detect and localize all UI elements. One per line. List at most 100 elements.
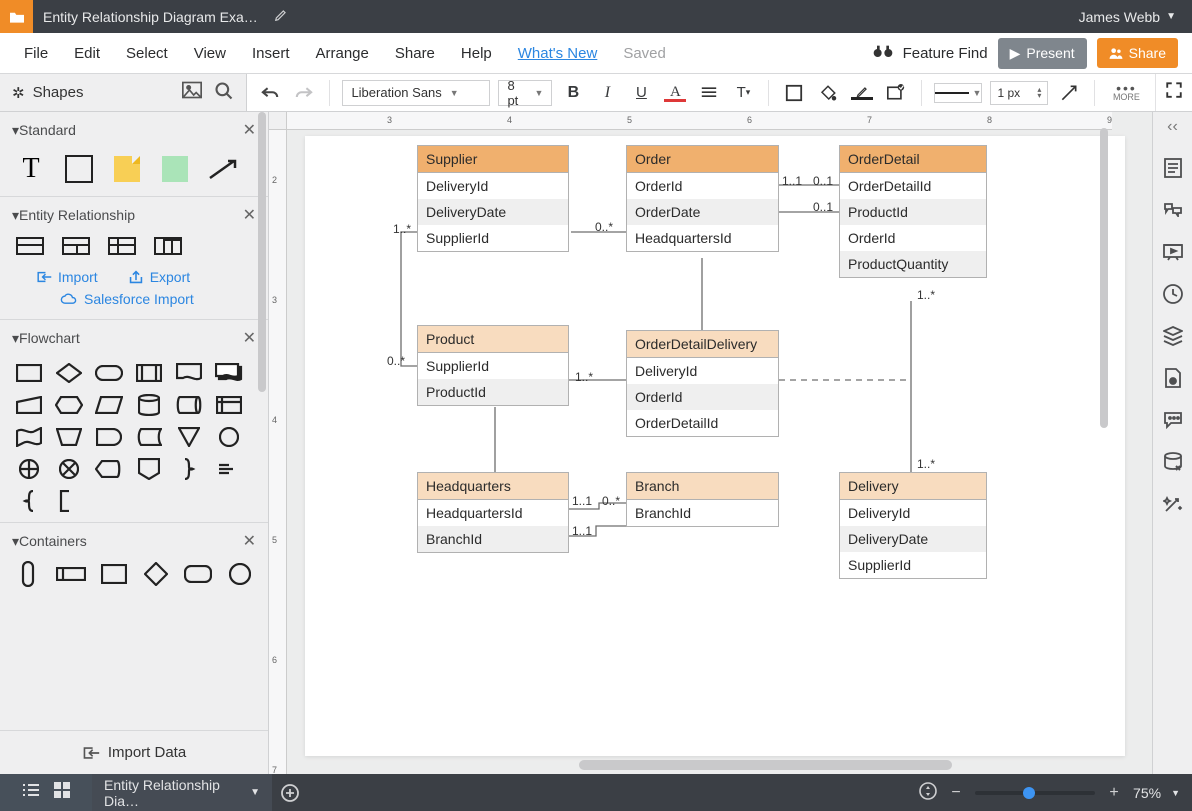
diagram-page[interactable]: 1..* 0..* 0..* 1..1 0..1 0..1 1..* 1..* … bbox=[305, 136, 1125, 756]
menu-help[interactable]: Help bbox=[451, 39, 502, 68]
user-menu[interactable]: James Webb ▼ bbox=[1063, 9, 1192, 25]
autoscroll-icon[interactable] bbox=[919, 782, 937, 803]
text-color-button[interactable]: A bbox=[662, 80, 688, 106]
cont-diamond[interactable] bbox=[142, 563, 170, 585]
menu-view[interactable]: View bbox=[184, 39, 236, 68]
fc-direct-data[interactable] bbox=[174, 394, 204, 416]
comments-panel-icon[interactable] bbox=[1163, 200, 1183, 220]
close-icon[interactable]: ✕ bbox=[243, 328, 256, 348]
fc-predefined[interactable] bbox=[134, 362, 164, 384]
rect-shape[interactable] bbox=[64, 154, 94, 184]
layers-panel-icon[interactable] bbox=[1163, 326, 1183, 346]
fc-database[interactable] bbox=[134, 394, 164, 416]
export-link[interactable]: Export bbox=[128, 269, 190, 285]
app-icon[interactable] bbox=[0, 0, 33, 33]
rename-icon[interactable] bbox=[274, 8, 288, 25]
fc-document[interactable] bbox=[174, 362, 204, 384]
zoom-level[interactable]: 75% bbox=[1133, 785, 1161, 801]
fc-sum[interactable] bbox=[54, 458, 84, 480]
italic-button[interactable]: I bbox=[594, 80, 620, 106]
left-scrollbar[interactable] bbox=[258, 112, 266, 392]
note-shape[interactable] bbox=[112, 154, 142, 184]
cont-hbar[interactable] bbox=[56, 563, 86, 585]
bold-button[interactable]: B bbox=[560, 80, 586, 106]
fc-manual-input[interactable] bbox=[14, 394, 44, 416]
entity-branch[interactable]: Branch BranchId bbox=[626, 472, 779, 527]
add-page-button[interactable] bbox=[272, 783, 308, 803]
more-button[interactable]: •••MORE bbox=[1107, 84, 1145, 102]
feature-find-label[interactable]: Feature Find bbox=[903, 45, 988, 62]
grid-view-icon[interactable] bbox=[54, 782, 70, 803]
menu-select[interactable]: Select bbox=[116, 39, 178, 68]
canvas-h-scrollbar[interactable] bbox=[579, 760, 952, 770]
menu-share[interactable]: Share bbox=[385, 39, 445, 68]
fc-open-rect[interactable] bbox=[54, 490, 84, 512]
present-button[interactable]: ▶ Present bbox=[998, 38, 1087, 69]
entity-order[interactable]: Order OrderId OrderDate HeadquartersId bbox=[626, 145, 779, 252]
line-style-select[interactable]: ▼ bbox=[934, 83, 982, 103]
search-icon[interactable] bbox=[214, 81, 234, 105]
menu-arrange[interactable]: Arrange bbox=[306, 39, 379, 68]
entity-order-detail-delivery[interactable]: OrderDetailDelivery DeliveryId OrderId O… bbox=[626, 330, 779, 437]
chevron-down-icon[interactable]: ▼ bbox=[250, 787, 260, 798]
group-flowchart[interactable]: ▾ Flowchart ✕ bbox=[0, 320, 268, 356]
font-size-select[interactable]: 8 pt▼ bbox=[498, 80, 552, 106]
notes-panel-icon[interactable] bbox=[1163, 158, 1183, 178]
hotspot-shape[interactable] bbox=[160, 154, 190, 184]
fc-terminator[interactable] bbox=[94, 362, 124, 384]
menu-edit[interactable]: Edit bbox=[64, 39, 110, 68]
line-width-select[interactable]: 1 px ▴▾ bbox=[990, 81, 1048, 105]
fill-button[interactable] bbox=[815, 80, 841, 106]
close-icon[interactable]: ✕ bbox=[243, 205, 256, 225]
line-arrow-button[interactable] bbox=[1056, 80, 1082, 106]
close-icon[interactable]: ✕ bbox=[243, 531, 256, 551]
gear-icon[interactable]: ✲ bbox=[12, 84, 25, 102]
fc-data[interactable] bbox=[94, 394, 124, 416]
page-tab[interactable]: Entity Relationship Dia… ▼ bbox=[92, 774, 272, 811]
cont-rect[interactable] bbox=[100, 563, 128, 585]
fc-delay[interactable] bbox=[94, 426, 124, 448]
share-button[interactable]: Share bbox=[1097, 38, 1178, 68]
zoom-slider[interactable] bbox=[975, 791, 1095, 795]
fc-manual-op[interactable] bbox=[54, 426, 84, 448]
cont-circle[interactable] bbox=[226, 563, 254, 585]
text-options-button[interactable]: T▾ bbox=[730, 80, 756, 106]
history-panel-icon[interactable] bbox=[1163, 284, 1183, 304]
align-button[interactable] bbox=[696, 80, 722, 106]
shape-tool-button[interactable] bbox=[781, 80, 807, 106]
menu-insert[interactable]: Insert bbox=[242, 39, 300, 68]
present-panel-icon[interactable] bbox=[1163, 242, 1183, 262]
fc-decision[interactable] bbox=[54, 362, 84, 384]
chevron-down-icon[interactable]: ▼ bbox=[1171, 788, 1180, 798]
zoom-in-button[interactable]: + bbox=[1105, 784, 1123, 802]
cont-round[interactable] bbox=[184, 563, 212, 585]
entity-product[interactable]: Product SupplierId ProductId bbox=[417, 325, 569, 406]
redo-button[interactable] bbox=[291, 80, 317, 106]
data-panel-icon[interactable] bbox=[1163, 452, 1183, 472]
menu-file[interactable]: File bbox=[14, 39, 58, 68]
underline-button[interactable]: U bbox=[628, 80, 654, 106]
er-shape-1[interactable] bbox=[16, 237, 44, 255]
undo-button[interactable] bbox=[257, 80, 283, 106]
er-shape-3[interactable] bbox=[108, 237, 136, 255]
fc-preparation[interactable] bbox=[54, 394, 84, 416]
entity-headquarters[interactable]: Headquarters HeadquartersId BranchId bbox=[417, 472, 569, 553]
group-entity-relationship[interactable]: ▾ Entity Relationship ✕ bbox=[0, 197, 268, 233]
cont-pill[interactable] bbox=[14, 563, 42, 585]
page-settings-icon[interactable] bbox=[1163, 368, 1183, 388]
shape-style-button[interactable] bbox=[883, 80, 909, 106]
salesforce-import-link[interactable]: Salesforce Import bbox=[0, 289, 268, 319]
group-containers[interactable]: ▾ Containers ✕ bbox=[0, 523, 268, 559]
fc-connector[interactable] bbox=[214, 426, 244, 448]
fc-or[interactable] bbox=[14, 458, 44, 480]
canvas-area[interactable]: 34 56 78 9 23 45 67 bbox=[269, 112, 1152, 774]
fc-offpage[interactable] bbox=[134, 458, 164, 480]
er-shape-2[interactable] bbox=[62, 237, 90, 255]
canvas-v-scrollbar[interactable] bbox=[1100, 128, 1108, 428]
fc-paper-tape[interactable] bbox=[14, 426, 44, 448]
outline-view-icon[interactable] bbox=[22, 783, 40, 802]
menu-whats-new[interactable]: What's New bbox=[508, 39, 608, 68]
entity-supplier[interactable]: Supplier DeliveryId DeliveryDate Supplie… bbox=[417, 145, 569, 252]
border-color-button[interactable] bbox=[849, 80, 875, 106]
fc-multidoc[interactable] bbox=[214, 362, 244, 384]
